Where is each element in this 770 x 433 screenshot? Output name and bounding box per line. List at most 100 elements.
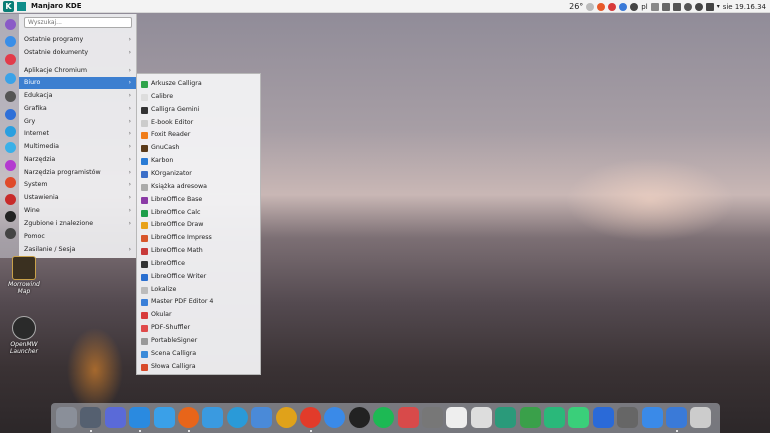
- language-indicator[interactable]: pl: [641, 3, 647, 11]
- dock-app-icon[interactable]: [422, 407, 443, 428]
- desktop-icon-morrowind-map[interactable]: Morrowind Map: [6, 256, 42, 295]
- dock-app-icon[interactable]: [129, 407, 151, 428]
- submenu-item[interactable]: PortableSigner: [137, 335, 260, 348]
- favorite-app-icon[interactable]: [5, 109, 16, 120]
- dock-app-icon[interactable]: [519, 407, 541, 428]
- submenu-item[interactable]: Calibre: [137, 91, 260, 104]
- dock-app-icon[interactable]: [251, 407, 273, 428]
- menu-item[interactable]: System ›: [19, 179, 136, 191]
- info-icon[interactable]: [619, 2, 628, 11]
- dock-app-icon[interactable]: [690, 407, 712, 428]
- dock-app-icon[interactable]: [397, 407, 419, 428]
- submenu-item[interactable]: LibreOffice: [137, 258, 260, 271]
- menu-item[interactable]: Grafika ›: [19, 103, 136, 115]
- favorite-app-icon[interactable]: [5, 194, 16, 205]
- favorite-app-icon[interactable]: [5, 211, 16, 222]
- submenu-item[interactable]: E-book Editor: [137, 117, 260, 130]
- submenu-item[interactable]: LibreOffice Impress: [137, 232, 260, 245]
- dock-app-icon[interactable]: [544, 407, 565, 428]
- volume-icon[interactable]: [705, 2, 714, 11]
- dock-app-icon[interactable]: [641, 407, 663, 428]
- menu-item[interactable]: Biuro ›: [19, 77, 136, 89]
- favorite-app-icon[interactable]: [5, 228, 16, 239]
- clock[interactable]: sie 19.16.34: [723, 3, 766, 11]
- submenu-item[interactable]: Master PDF Editor 4: [137, 296, 260, 309]
- dock-app-icon[interactable]: [275, 407, 297, 428]
- display-icon[interactable]: [661, 2, 670, 11]
- favorite-app-icon[interactable]: [5, 91, 16, 102]
- submenu-item[interactable]: LibreOffice Draw: [137, 219, 260, 232]
- dock-app-icon[interactable]: [470, 407, 492, 428]
- menu-item[interactable]: Aplikacje Chromium ›: [19, 65, 136, 77]
- dock-app-icon[interactable]: [495, 407, 517, 428]
- favorite-app-icon[interactable]: [5, 142, 16, 153]
- notification-icon[interactable]: [608, 2, 617, 11]
- submenu-item[interactable]: Scena Calligra: [137, 348, 260, 361]
- submenu-item[interactable]: LibreOffice Calc: [137, 207, 260, 220]
- settings-icon[interactable]: [630, 2, 639, 11]
- battery-icon[interactable]: [650, 2, 659, 11]
- weather-temperature[interactable]: 26°: [569, 2, 583, 11]
- updates-icon[interactable]: [597, 2, 606, 11]
- favorite-app-icon[interactable]: [5, 19, 16, 30]
- dock-app-icon[interactable]: [226, 407, 248, 428]
- favorite-app-icon[interactable]: [5, 160, 16, 171]
- menu-item[interactable]: Ostatnie dokumenty ›: [19, 47, 136, 59]
- dock-app-icon[interactable]: [153, 407, 175, 428]
- menu-item[interactable]: Multimedia ›: [19, 141, 136, 153]
- submenu-item[interactable]: Calligra Gemini: [137, 104, 260, 117]
- submenu-item[interactable]: LibreOffice Base: [137, 194, 260, 207]
- desktop-icon-openmw-launcher[interactable]: OpenMW Launcher: [6, 316, 42, 355]
- submenu-item[interactable]: Okular: [137, 309, 260, 322]
- favorite-app-icon[interactable]: [5, 126, 16, 137]
- dock-app-icon[interactable]: [373, 407, 395, 428]
- menu-item[interactable]: Pomoc: [19, 231, 136, 243]
- dock-app-icon[interactable]: [202, 407, 224, 428]
- submenu-item[interactable]: LibreOffice Writer: [137, 271, 260, 284]
- favorite-app-icon[interactable]: [5, 54, 16, 65]
- bluetooth-icon[interactable]: [683, 2, 692, 11]
- manjaro-logo-icon[interactable]: [17, 1, 26, 11]
- dock-app-icon[interactable]: [324, 407, 346, 428]
- submenu-item[interactable]: Książka adresowa: [137, 181, 260, 194]
- submenu-item[interactable]: Lokalize: [137, 284, 260, 297]
- dock-app-icon[interactable]: [300, 407, 321, 428]
- menu-item[interactable]: Edukacja ›: [19, 90, 136, 102]
- submenu-item[interactable]: PDF-Shuffler: [137, 322, 260, 335]
- dock-app-icon[interactable]: [446, 407, 468, 428]
- submenu-item[interactable]: GnuCash: [137, 142, 260, 155]
- lock-icon[interactable]: [672, 2, 681, 11]
- menu-item[interactable]: Internet ›: [19, 128, 136, 140]
- submenu-item[interactable]: LibreOffice Math: [137, 245, 260, 258]
- submenu-item[interactable]: Słowa Calligra: [137, 361, 260, 374]
- menu-item[interactable]: Ustawienia ›: [19, 192, 136, 204]
- submenu-item[interactable]: Foxit Reader: [137, 129, 260, 142]
- dock-app-icon[interactable]: [104, 407, 126, 428]
- dock-app-icon[interactable]: [80, 407, 102, 428]
- menu-item[interactable]: Wine ›: [19, 205, 136, 217]
- dock-app-icon[interactable]: [666, 407, 687, 428]
- menu-item[interactable]: Zasilanie / Sesja ›: [19, 244, 136, 256]
- dock-app-icon[interactable]: [348, 407, 370, 428]
- tray-expand-icon[interactable]: ▾: [717, 3, 720, 10]
- weather-icon[interactable]: [586, 2, 595, 11]
- menu-item[interactable]: Ostatnie programy ›: [19, 34, 136, 46]
- wifi-icon[interactable]: [694, 2, 703, 11]
- favorite-app-icon[interactable]: [5, 177, 16, 188]
- menu-item[interactable]: Narzędzia programistów ›: [19, 167, 136, 179]
- menu-item[interactable]: Zgubione i znalezione ›: [19, 218, 136, 230]
- favorite-app-icon[interactable]: [5, 36, 16, 47]
- submenu-item[interactable]: KOrganizator: [137, 168, 260, 181]
- search-input[interactable]: [24, 17, 132, 28]
- kde-logo-icon[interactable]: K: [3, 0, 14, 12]
- dock-app-icon[interactable]: [178, 407, 199, 428]
- menu-item[interactable]: Gry ›: [19, 116, 136, 128]
- dock-app-icon[interactable]: [592, 407, 614, 428]
- submenu-item[interactable]: Arkusze Calligra: [137, 78, 260, 91]
- menu-item[interactable]: Narzędzia ›: [19, 154, 136, 166]
- dock-app-icon[interactable]: [56, 407, 77, 428]
- submenu-item[interactable]: Karbon: [137, 155, 260, 168]
- dock-app-icon[interactable]: [568, 407, 590, 428]
- dock-app-icon[interactable]: [617, 407, 639, 428]
- favorite-app-icon[interactable]: [5, 73, 16, 84]
